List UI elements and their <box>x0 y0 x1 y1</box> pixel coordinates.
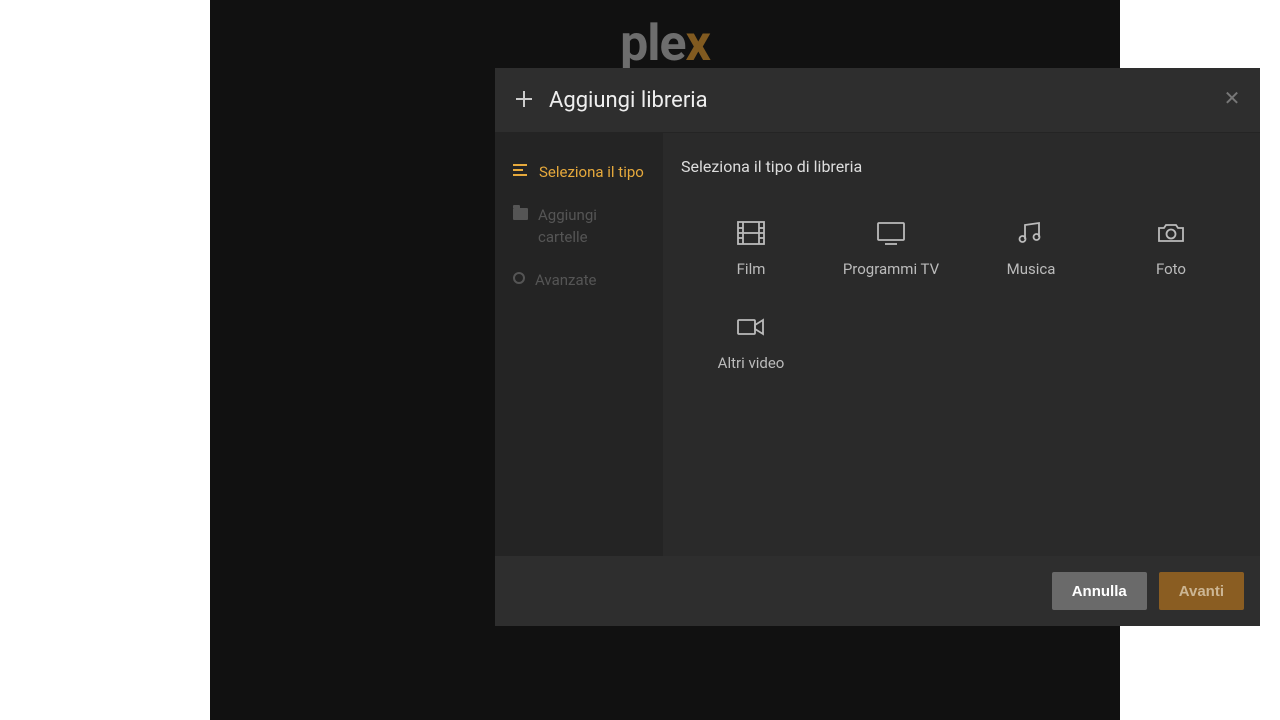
step-advanced[interactable]: Avanzate <box>495 259 663 302</box>
type-photo[interactable]: Foto <box>1101 204 1241 294</box>
type-label: Film <box>737 260 766 278</box>
type-label: Foto <box>1156 260 1186 278</box>
plus-icon <box>515 90 535 110</box>
add-library-modal: Aggiungi libreria ✕ Seleziona il tipo Ag… <box>495 68 1260 626</box>
type-tv[interactable]: Programmi TV <box>821 204 961 294</box>
modal-content: Seleziona il tipo di libreria Film Progr… <box>663 133 1260 556</box>
logo-accent: x <box>685 15 709 73</box>
next-button[interactable]: Avanti <box>1159 572 1244 610</box>
list-icon <box>513 164 529 180</box>
type-label: Musica <box>1007 260 1056 278</box>
folder-icon <box>513 208 528 220</box>
modal-header: Aggiungi libreria ✕ <box>495 68 1260 133</box>
camera-icon <box>1156 220 1186 246</box>
app-background: plex Aggiungi libreria ✕ Seleziona il ti… <box>210 0 1120 720</box>
library-type-grid: Film Programmi TV Musica <box>681 204 1242 388</box>
content-title: Seleziona il tipo di libreria <box>681 157 1242 176</box>
step-select-type[interactable]: Seleziona il tipo <box>495 151 663 194</box>
type-label: Programmi TV <box>843 260 939 278</box>
step-label: Seleziona il tipo <box>539 161 644 184</box>
plex-logo: plex <box>620 15 710 73</box>
film-icon <box>736 220 766 246</box>
gear-icon <box>513 272 525 284</box>
step-add-folders[interactable]: Aggiungi cartelle <box>495 194 663 259</box>
close-icon[interactable]: ✕ <box>1220 88 1244 112</box>
step-label: Avanzate <box>535 269 596 292</box>
wizard-sidebar: Seleziona il tipo Aggiungi cartelle Avan… <box>495 133 663 556</box>
music-icon <box>1016 220 1046 246</box>
type-film[interactable]: Film <box>681 204 821 294</box>
type-other-video[interactable]: Altri video <box>681 298 821 388</box>
type-music[interactable]: Musica <box>961 204 1101 294</box>
video-icon <box>736 314 766 340</box>
logo-text: ple <box>620 15 685 73</box>
tv-icon <box>876 220 906 246</box>
modal-footer: Annulla Avanti <box>495 556 1260 626</box>
cancel-button[interactable]: Annulla <box>1052 572 1147 610</box>
modal-title: Aggiungi libreria <box>549 88 708 113</box>
modal-body: Seleziona il tipo Aggiungi cartelle Avan… <box>495 133 1260 556</box>
step-label: Aggiungi cartelle <box>538 204 645 249</box>
type-label: Altri video <box>718 354 785 372</box>
